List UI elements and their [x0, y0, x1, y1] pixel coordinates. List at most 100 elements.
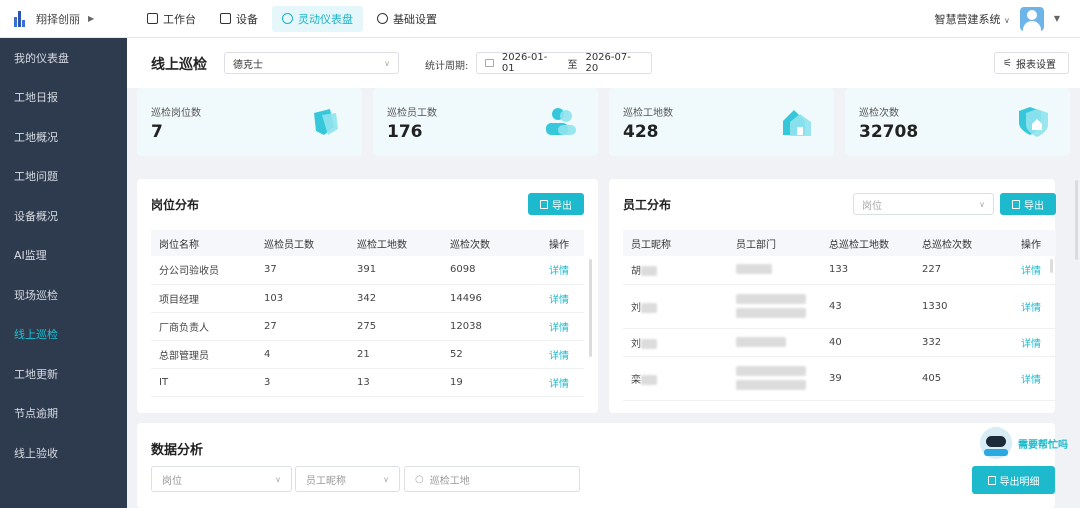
sidebar-item-label: 工地日报: [14, 91, 58, 105]
column-header: 员工昵称: [623, 230, 728, 256]
page-scrollbar[interactable]: [1075, 180, 1078, 260]
document-icon: [540, 199, 548, 209]
table-scrollbar[interactable]: [589, 259, 592, 357]
stat-card-positions: 巡检岗位数 7: [137, 88, 362, 156]
detail-link[interactable]: 详情: [541, 340, 584, 369]
analysis-employee-select[interactable]: 员工昵称 ∨: [295, 466, 400, 492]
employee-position-select[interactable]: 岗位 ∨: [853, 193, 994, 215]
cell-position: 分公司验收员: [151, 256, 256, 285]
sidebar-item-daily-report[interactable]: 工地日报: [0, 78, 127, 118]
sidebar-item-device-overview[interactable]: 设备概况: [0, 196, 127, 236]
sidebar-item-onsite-inspection[interactable]: 现场巡检: [0, 275, 127, 315]
cell-department: [728, 328, 821, 357]
detail-link[interactable]: 详情: [541, 312, 584, 341]
table-row: 栾 39 405 详情: [623, 356, 1056, 401]
analysis-position-select[interactable]: 岗位 ∨: [151, 466, 292, 492]
document-icon: [1012, 199, 1020, 209]
select-placeholder: 岗位: [162, 475, 182, 487]
cell-department: [728, 356, 821, 401]
position-table: 岗位名称 巡检员工数 巡检工地数 巡检次数 操作 分公司验收员 37 391 6098…: [151, 230, 584, 397]
date-end: 2026-07-20: [585, 52, 631, 74]
cell-employees: 4: [256, 340, 349, 369]
date-range-picker[interactable]: 2026-01-01 至 2026-07-20: [476, 52, 652, 74]
calendar-icon: [485, 59, 494, 67]
filter-bar: 线上巡检 德克士 ∨ 统计周期: 2026-01-01 至 2026-07-20 …: [127, 38, 1080, 88]
table-scrollbar[interactable]: [1050, 259, 1053, 273]
position-export-button[interactable]: 导出: [528, 193, 584, 215]
sidebar-item-site-updates[interactable]: 工地更新: [0, 354, 127, 394]
stat-label: 巡检岗位数: [151, 108, 201, 119]
employee-table: 员工昵称 员工部门 总巡检工地数 总巡检次数 操作 胡 133 227 详情 刘 43 1…: [623, 230, 1056, 401]
column-header: 员工部门: [728, 230, 821, 256]
cell-nickname: 刘: [623, 284, 728, 329]
chevron-down-icon: ∨: [275, 474, 281, 484]
cell-sites: 391: [349, 256, 442, 285]
nickname-text: 刘: [631, 302, 641, 314]
report-settings-button[interactable]: ⚟ 报表设置: [994, 52, 1069, 74]
sidebar-item-online-acceptance[interactable]: 线上验收: [0, 433, 127, 473]
cell-nickname: 胡: [623, 256, 728, 285]
cell-employees: 3: [256, 368, 349, 397]
sidebar-item-label: AI监理: [14, 249, 47, 263]
stat-label: 巡检员工数: [387, 108, 437, 119]
avatar[interactable]: [1019, 6, 1044, 31]
stat-card-sites: 巡检工地数 428: [609, 88, 834, 156]
sidebar-item-label: 现场巡检: [14, 288, 58, 302]
stat-label: 巡检次数: [859, 108, 899, 119]
sidebar-item-node-overdue[interactable]: 节点逾期: [0, 394, 127, 434]
sidebar-item-site-overview[interactable]: 工地概况: [0, 117, 127, 157]
brand-name: 翔择创丽: [36, 12, 80, 26]
analysis-site-search[interactable]: ○ 巡检工地: [404, 466, 580, 492]
nav-device[interactable]: 设备: [210, 6, 268, 32]
sidebar-item-label: 设备概况: [14, 209, 58, 223]
detail-link[interactable]: 详情: [1013, 284, 1056, 329]
nav-label: 基础设置: [393, 12, 437, 26]
nav-settings[interactable]: 基础设置: [367, 6, 447, 32]
nickname-text: 胡: [631, 266, 641, 278]
date-separator: 至: [567, 59, 578, 71]
chevron-down-icon: ∨: [979, 199, 985, 209]
sidebar-item-label: 工地概况: [14, 130, 58, 144]
cell-nickname: 栾: [623, 356, 728, 401]
stat-value: 32708: [859, 122, 919, 142]
table-row: 项目经理 103 342 14496 详情: [151, 284, 584, 313]
nickname-text: 刘: [631, 338, 641, 350]
company-select[interactable]: 德克士 ∨: [224, 52, 399, 74]
nav-dashboard[interactable]: 灵动仪表盘: [272, 5, 363, 32]
help-widget[interactable]: 需要帮忙吗: [980, 425, 1080, 461]
detail-link[interactable]: 详情: [541, 256, 584, 285]
nav-workbench[interactable]: 工作台: [137, 6, 206, 32]
column-header: 岗位名称: [151, 230, 256, 256]
export-detail-button[interactable]: 导出明细: [972, 466, 1055, 494]
cell-sites: 39: [821, 356, 914, 401]
brand-switcher[interactable]: 翔择创丽 ▶: [0, 0, 127, 38]
table-row: 分公司验收员 37 391 6098 详情: [151, 256, 584, 285]
report-settings-label: 报表设置: [1015, 59, 1056, 71]
cell-sites: 21: [349, 340, 442, 369]
table-row: 总部管理员 4 21 52 详情: [151, 340, 584, 369]
detail-link[interactable]: 详情: [1013, 356, 1056, 401]
redacted-block: [641, 374, 657, 385]
sliders-icon: ⚟: [1003, 57, 1012, 69]
position-distribution-card: 岗位分布 导出 岗位名称 巡检员工数 巡检工地数 巡检次数 操作 分公司验收员 3…: [137, 179, 598, 413]
caret-down-icon[interactable]: ▼: [1054, 14, 1060, 23]
detail-link[interactable]: 详情: [541, 284, 584, 313]
stat-card-inspections: 巡检次数 32708: [845, 88, 1070, 156]
cell-position: IT: [151, 368, 256, 397]
sidebar-item-ai-supervision[interactable]: AI监理: [0, 236, 127, 276]
table-header: 员工昵称 员工部门 总巡检工地数 总巡检次数 操作: [623, 230, 1056, 256]
cell-count: 12038: [442, 312, 541, 341]
column-header: 总巡检工地数: [821, 230, 914, 256]
detail-link[interactable]: 详情: [541, 368, 584, 397]
sidebar-item-my-dashboard[interactable]: 我的仪表盘: [0, 38, 127, 78]
detail-link[interactable]: 详情: [1013, 328, 1056, 357]
system-name: 智慧营建系统: [934, 12, 1001, 26]
employee-export-button[interactable]: 导出: [1000, 193, 1056, 215]
sidebar-item-online-inspection[interactable]: 线上巡检: [0, 315, 127, 355]
system-switcher[interactable]: 智慧营建系统 ∨: [934, 11, 1009, 27]
home-icon: [783, 110, 811, 136]
sidebar-item-site-issues[interactable]: 工地问题: [0, 157, 127, 197]
column-header: 操作: [541, 230, 584, 256]
cell-sites: 13: [349, 368, 442, 397]
redacted-block: [736, 336, 786, 347]
